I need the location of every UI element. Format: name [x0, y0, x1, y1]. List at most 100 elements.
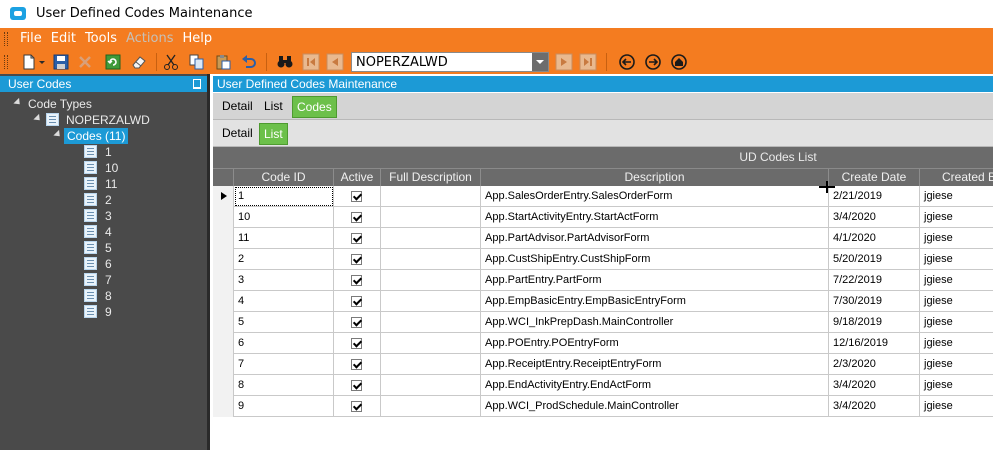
active-checkbox[interactable] — [351, 233, 362, 244]
active-checkbox[interactable] — [351, 254, 362, 265]
menu-grip[interactable] — [4, 32, 8, 46]
cell-create-date[interactable]: 7/30/2019 — [829, 291, 920, 312]
paste-icon[interactable] — [214, 53, 232, 71]
active-checkbox[interactable] — [351, 191, 362, 202]
cell-code-id[interactable]: 7 — [234, 354, 334, 375]
tab-list[interactable]: List — [264, 99, 283, 113]
table-row[interactable]: 11 App.PartAdvisor.PartAdvisorForm 4/1/202… — [213, 228, 993, 249]
expand-arrow-icon[interactable] — [53, 129, 63, 140]
table-row[interactable]: 8 App.EndActivityEntry.EndActForm 3/4/2020… — [213, 375, 993, 396]
cell-active[interactable] — [334, 249, 381, 270]
menu-tools[interactable]: Tools — [85, 31, 117, 49]
cell-active[interactable] — [334, 375, 381, 396]
menu-actions[interactable]: Actions — [126, 31, 174, 49]
cell-create-date[interactable]: 3/4/2020 — [829, 375, 920, 396]
cell-code-id[interactable]: 9 — [234, 396, 334, 417]
toolbar-grip[interactable] — [4, 55, 8, 69]
active-checkbox[interactable] — [351, 380, 362, 391]
table-row[interactable]: 9 App.WCI_ProdSchedule.MainController 3/4/… — [213, 396, 993, 417]
cell-active[interactable] — [334, 291, 381, 312]
home-icon[interactable] — [670, 53, 688, 71]
row-indicator[interactable] — [213, 186, 234, 207]
new-dropdown-icon[interactable] — [38, 53, 46, 71]
cell-description[interactable]: App.PartAdvisor.PartAdvisorForm — [481, 228, 829, 249]
tab-detail[interactable]: Detail — [222, 99, 253, 113]
cell-active[interactable] — [334, 270, 381, 291]
cell-active[interactable] — [334, 333, 381, 354]
row-indicator[interactable] — [213, 396, 234, 417]
table-row[interactable]: 4 App.EmpBasicEntry.EmpBasicEntryForm 7/30… — [213, 291, 993, 312]
cell-create-date[interactable]: 3/4/2020 — [829, 396, 920, 417]
table-row[interactable]: 5 App.WCI_InkPrepDash.MainController 9/18/… — [213, 312, 993, 333]
cell-description[interactable]: App.CustShipEntry.CustShipForm — [481, 249, 829, 270]
cell-full-description[interactable] — [381, 207, 481, 228]
table-row[interactable]: 10 App.StartActivityEntry.StartActForm 3/4… — [213, 207, 993, 228]
active-checkbox[interactable] — [351, 275, 362, 286]
cell-description[interactable]: App.POEntry.POEntryForm — [481, 333, 829, 354]
active-checkbox[interactable] — [351, 317, 362, 328]
undo-icon[interactable] — [240, 53, 258, 71]
active-checkbox[interactable] — [351, 359, 362, 370]
cell-full-description[interactable] — [381, 249, 481, 270]
cell-description[interactable]: App.StartActivityEntry.StartActForm — [481, 207, 829, 228]
cell-create-date[interactable]: 4/1/2020 — [829, 228, 920, 249]
cell-description[interactable]: App.EndActivityEntry.EndActForm — [481, 375, 829, 396]
cell-full-description[interactable] — [381, 228, 481, 249]
cell-full-description[interactable] — [381, 270, 481, 291]
cell-create-date[interactable]: 9/18/2019 — [829, 312, 920, 333]
pin-icon[interactable] — [193, 79, 201, 89]
row-indicator[interactable] — [213, 375, 234, 396]
cell-code-id[interactable]: 3 — [234, 270, 334, 291]
active-checkbox[interactable] — [351, 401, 362, 412]
table-row[interactable]: 2 App.CustShipEntry.CustShipForm 5/20/2019… — [213, 249, 993, 270]
menu-file[interactable]: File — [20, 31, 42, 49]
cell-created-by[interactable]: jgiese — [920, 396, 993, 417]
cell-created-by[interactable]: jgiese — [920, 291, 993, 312]
table-row[interactable]: 6 App.POEntry.POEntryForm 12/16/2019 jgiese — [213, 333, 993, 354]
cut-icon[interactable] — [162, 53, 180, 71]
cell-create-date[interactable]: 5/20/2019 — [829, 249, 920, 270]
cell-code-id[interactable]: 6 — [234, 333, 334, 354]
row-indicator[interactable] — [213, 228, 234, 249]
cell-created-by[interactable]: jgiese — [920, 270, 993, 291]
tab-codes[interactable]: Codes — [292, 96, 337, 118]
cell-description[interactable]: App.PartEntry.PartForm — [481, 270, 829, 291]
table-row[interactable]: 7 App.ReceiptEntry.ReceiptEntryForm 2/3/20… — [213, 354, 993, 375]
col-code-id[interactable]: Code ID — [234, 169, 334, 187]
cell-created-by[interactable]: jgiese — [920, 228, 993, 249]
cell-code-id[interactable]: 4 — [234, 291, 334, 312]
row-indicator[interactable] — [213, 207, 234, 228]
refresh-icon[interactable] — [104, 53, 122, 71]
chevron-down-icon[interactable] — [532, 53, 548, 71]
col-description[interactable]: Description — [481, 169, 829, 187]
cell-active[interactable] — [334, 354, 381, 375]
active-checkbox[interactable] — [351, 338, 362, 349]
menu-edit[interactable]: Edit — [51, 31, 76, 49]
delete-icon[interactable] — [76, 53, 94, 71]
new-icon[interactable] — [20, 53, 38, 71]
cell-description[interactable]: App.WCI_InkPrepDash.MainController — [481, 312, 829, 333]
subtab-detail[interactable]: Detail — [222, 126, 253, 140]
cell-full-description[interactable] — [381, 354, 481, 375]
cell-create-date[interactable]: 12/16/2019 — [829, 333, 920, 354]
table-row[interactable]: 1 App.SalesOrderEntry.SalesOrderForm 2/21/… — [213, 186, 993, 207]
cell-active[interactable] — [334, 207, 381, 228]
col-create-date[interactable]: Create Date — [829, 169, 920, 187]
row-indicator[interactable] — [213, 333, 234, 354]
clear-icon[interactable] — [130, 53, 148, 71]
copy-icon[interactable] — [188, 53, 206, 71]
row-indicator[interactable] — [213, 312, 234, 333]
cell-created-by[interactable]: jgiese — [920, 207, 993, 228]
cell-code-id[interactable]: 5 — [234, 312, 334, 333]
cell-full-description[interactable] — [381, 396, 481, 417]
col-active[interactable]: Active — [334, 169, 381, 187]
cell-create-date[interactable]: 3/4/2020 — [829, 207, 920, 228]
forward-icon[interactable] — [644, 53, 662, 71]
cell-full-description[interactable] — [381, 375, 481, 396]
expand-arrow-icon[interactable] — [33, 113, 43, 124]
menu-help[interactable]: Help — [182, 31, 212, 49]
expand-arrow-icon[interactable] — [13, 97, 23, 108]
cell-code-id[interactable]: 2 — [234, 249, 334, 270]
cell-description[interactable]: App.SalesOrderEntry.SalesOrderForm — [481, 186, 829, 207]
cell-active[interactable] — [334, 312, 381, 333]
